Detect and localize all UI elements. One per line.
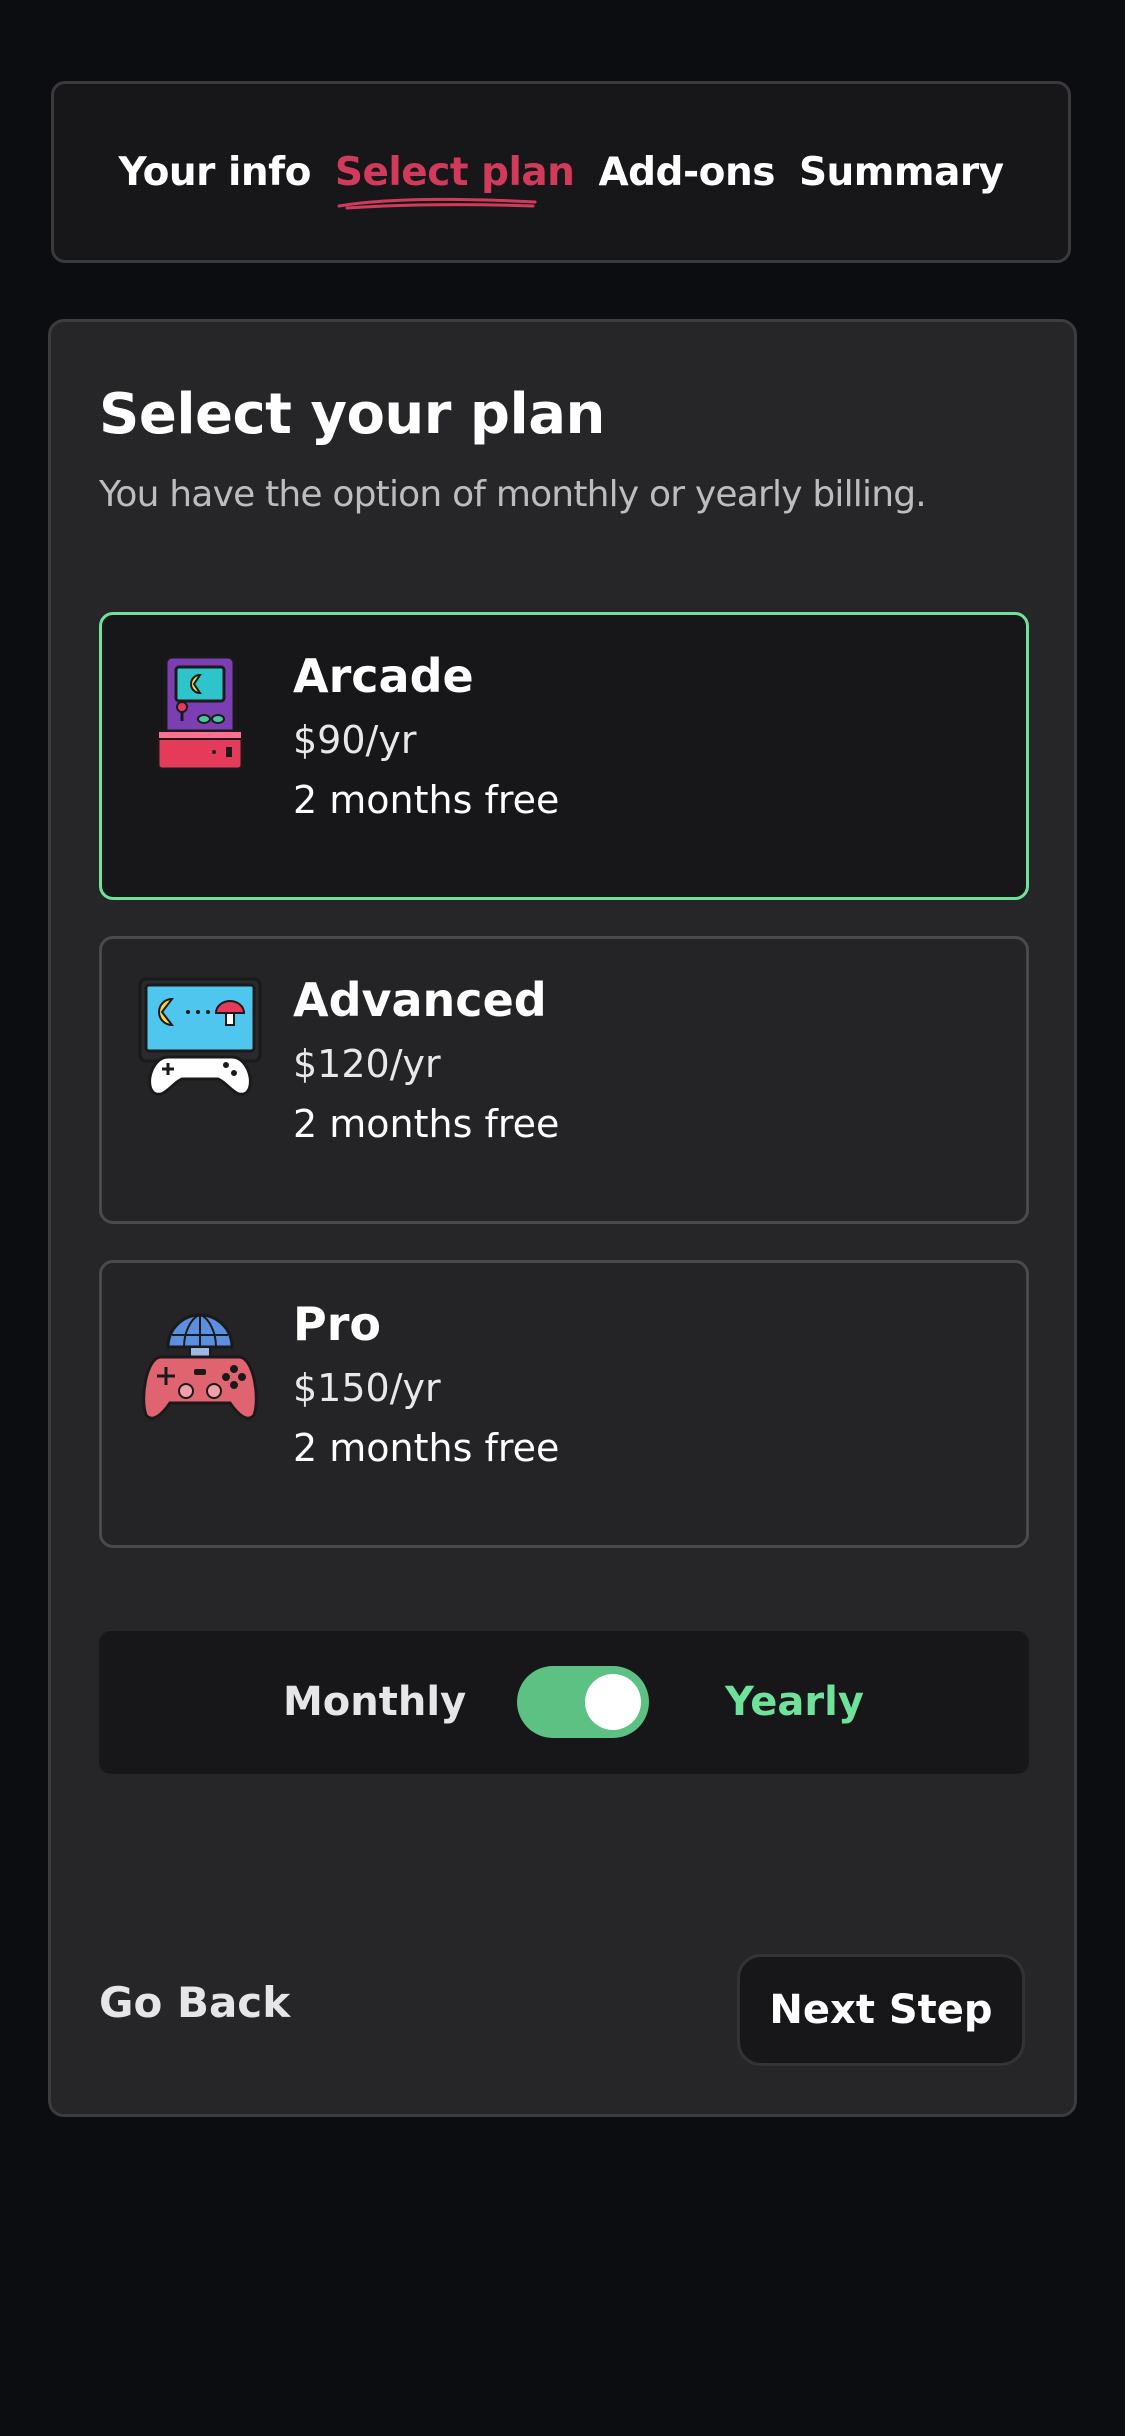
monthly-label[interactable]: Monthly (283, 1679, 466, 1725)
step-select-plan-label: Select plan (334, 149, 575, 195)
plan-price: $150/yr (293, 1366, 441, 1410)
plan-name: Arcade (293, 649, 474, 703)
next-step-button[interactable]: Next Step (737, 1954, 1025, 2066)
active-step-underline (337, 197, 537, 209)
billing-toggle-bar: Monthly Yearly (99, 1631, 1029, 1774)
plan-option-pro[interactable]: Pro $150/yr 2 months free (99, 1260, 1029, 1548)
step-summary[interactable]: Summary (799, 150, 1004, 195)
plan-name: Advanced (293, 973, 547, 1027)
plan-name: Pro (293, 1297, 382, 1351)
plan-price: $120/yr (293, 1042, 441, 1086)
go-back-button[interactable]: Go Back (99, 1978, 290, 2027)
toggle-knob (585, 1674, 641, 1730)
arcade-icon (156, 655, 244, 771)
plan-promo: 2 months free (293, 1426, 560, 1470)
step-add-ons[interactable]: Add-ons (598, 150, 775, 195)
billing-period-toggle[interactable] (517, 1666, 649, 1738)
step-your-info[interactable]: Your info (118, 150, 311, 195)
plan-option-advanced[interactable]: Advanced $120/yr 2 months free (99, 936, 1029, 1224)
plan-promo: 2 months free (293, 778, 560, 822)
step-select-plan[interactable]: Select plan (334, 149, 575, 209)
plan-option-arcade[interactable]: Arcade $90/yr 2 months free (99, 612, 1029, 900)
plan-price: $90/yr (293, 718, 417, 762)
page-subtitle: You have the option of monthly or yearly… (99, 474, 927, 515)
page-title: Select your plan (99, 382, 605, 447)
plan-promo: 2 months free (293, 1102, 560, 1146)
pro-icon (142, 1313, 258, 1420)
yearly-label[interactable]: Yearly (725, 1679, 864, 1725)
step-navigation: Your info Select plan Add-ons Summary (51, 81, 1071, 263)
advanced-icon (138, 977, 262, 1096)
plan-card: Select your plan You have the option of … (48, 319, 1077, 2117)
